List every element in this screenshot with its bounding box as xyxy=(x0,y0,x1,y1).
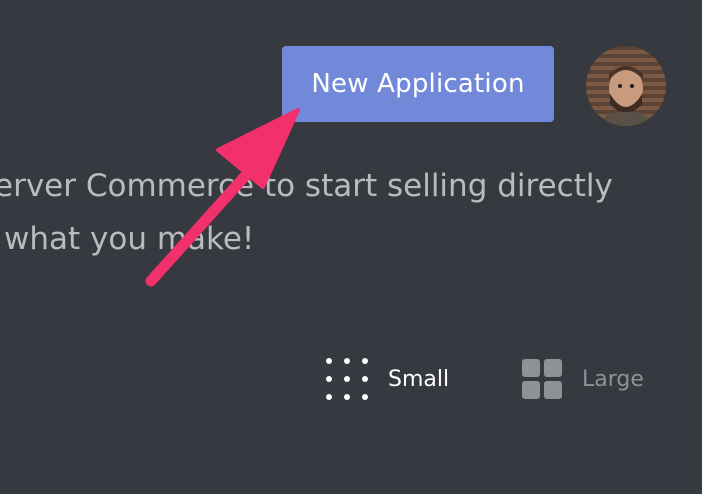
large-grid-icon xyxy=(521,358,563,400)
small-view-toggle[interactable]: Small xyxy=(326,356,449,402)
description-line-1: erver Commerce to start selling directly xyxy=(0,168,613,204)
avatar[interactable] xyxy=(586,46,666,126)
avatar-photo xyxy=(598,66,654,126)
description-line-2: what you make! xyxy=(4,221,255,257)
small-grid-icon xyxy=(326,358,368,400)
large-view-label: Large xyxy=(582,366,644,392)
new-application-button[interactable]: New Application xyxy=(282,46,554,122)
large-view-toggle[interactable]: Large xyxy=(521,356,644,402)
small-view-label: Small xyxy=(388,366,450,392)
page-description: erver Commerce to start selling directly… xyxy=(0,160,702,266)
developer-portal-page: New Application erver Commerce to start … xyxy=(0,0,702,494)
